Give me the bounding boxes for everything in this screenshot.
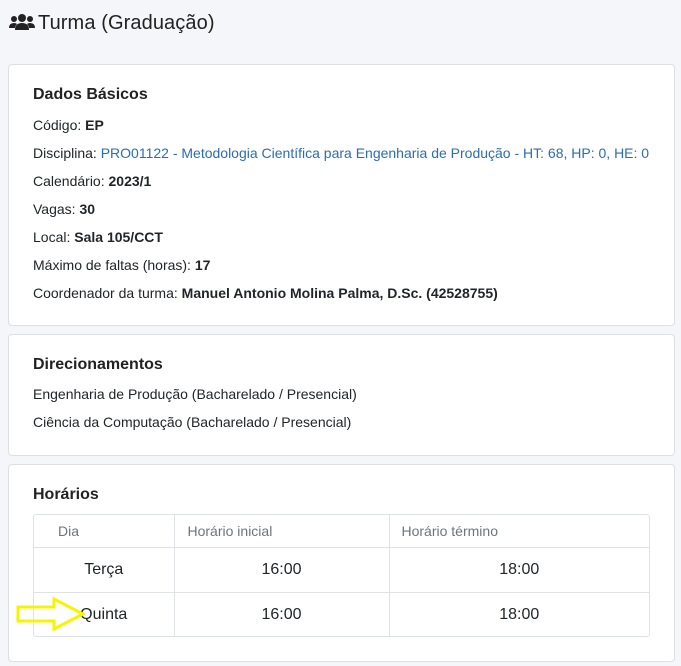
coordenador-field: Coordenador da turma: Manuel Antonio Mol…: [33, 285, 498, 301]
horarios-title: Horários: [33, 486, 99, 503]
cell-inicio: 16:00: [173, 546, 389, 592]
direcionamentos-card: Direcionamentos Engenharia de Produção (…: [8, 334, 675, 456]
calendario-value: 2023/1: [108, 173, 152, 189]
direcionamento-item: Ciência da Computação (Bacharelado / Pre…: [33, 414, 352, 430]
disciplina-field: Disciplina: PRO01122 - Metodologia Cient…: [33, 145, 649, 161]
cell-termino: 18:00: [388, 546, 649, 592]
codigo-field: Código: EP: [33, 117, 104, 133]
page-header: Turma (Graduação): [9, 10, 215, 36]
calendario-field: Calendário: 2023/1: [33, 173, 151, 189]
basics-title: Dados Básicos: [33, 86, 148, 103]
vagas-value: 30: [79, 201, 96, 217]
faltas-value: 17: [194, 257, 211, 273]
schedule-table: Dia Horário inicial Horário término Terç…: [33, 514, 650, 637]
table-row: Terça 16:00 18:00: [34, 546, 649, 592]
direcionamentos-title: Direcionamentos: [33, 356, 163, 373]
disciplina-link[interactable]: PRO01122 - Metodologia Científica para E…: [101, 145, 649, 161]
coordenador-value: Manuel Antonio Molina Palma, D.Sc. (4252…: [181, 285, 498, 301]
coordenador-label: Coordenador da turma:: [33, 285, 178, 301]
local-field: Local: Sala 105/CCT: [33, 229, 163, 245]
column-header-dia: Dia: [34, 515, 174, 548]
cell-dia: Terça: [34, 546, 174, 592]
faltas-field: Máximo de faltas (horas): 17: [33, 257, 210, 273]
cell-termino: 18:00: [388, 591, 649, 636]
vagas-label: Vagas:: [33, 201, 76, 217]
direcionamento-item: Engenharia de Produção (Bacharelado / Pr…: [33, 386, 357, 402]
local-value: Sala 105/CCT: [74, 229, 163, 245]
codigo-label: Código:: [33, 117, 82, 133]
page-title: Turma (Graduação): [38, 11, 215, 34]
horarios-card: Horários Dia Horário inicial Horário tér…: [8, 464, 675, 662]
highlight-arrow-icon: [16, 596, 87, 637]
faltas-label: Máximo de faltas (horas):: [33, 257, 191, 273]
users-icon: [9, 13, 35, 33]
calendario-label: Calendário:: [33, 173, 105, 189]
table-row: Quinta 16:00 18:00: [34, 591, 649, 636]
column-header-inicio: Horário inicial: [173, 515, 389, 548]
disciplina-label: Disciplina:: [33, 145, 97, 161]
cell-inicio: 16:00: [173, 591, 389, 636]
basics-card: Dados Básicos Código: EP Disciplina: PRO…: [8, 64, 675, 326]
table-header-row: Dia Horário inicial Horário término: [34, 515, 649, 548]
vagas-field: Vagas: 30: [33, 201, 95, 217]
codigo-value: EP: [85, 117, 104, 133]
local-label: Local:: [33, 229, 71, 245]
column-header-termino: Horário término: [388, 515, 649, 548]
